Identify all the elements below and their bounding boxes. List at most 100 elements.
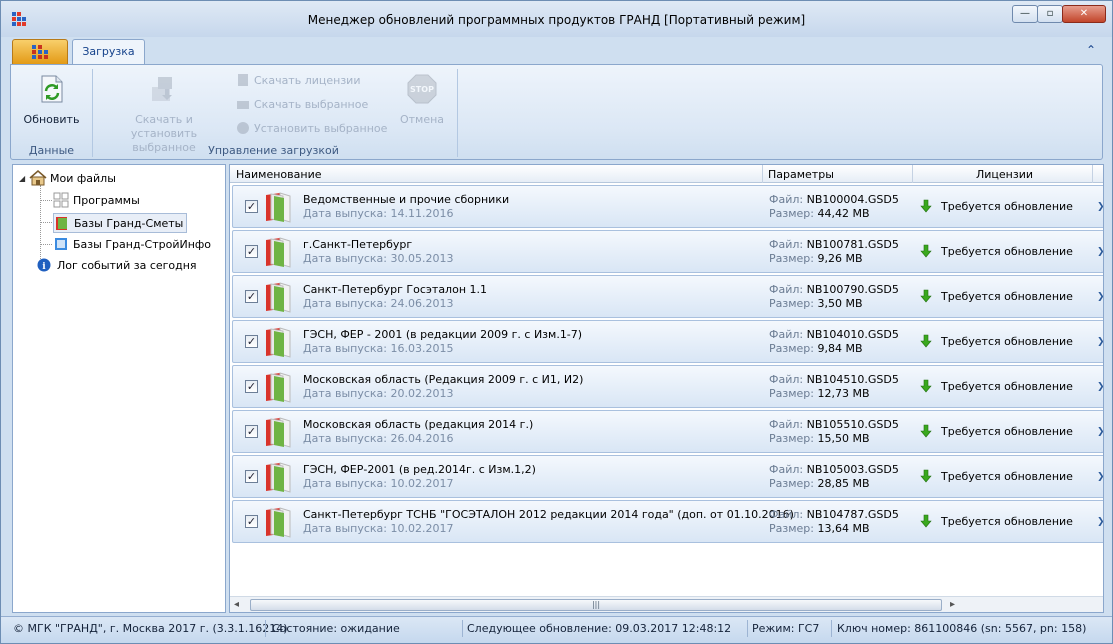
svg-text:i: i (42, 262, 46, 272)
row-license-status: Требуется обновление (941, 470, 1073, 483)
row-checkbox[interactable]: ✓ (245, 425, 258, 438)
list-item[interactable]: ✓ ГЭСН, ФЕР - 2001 (в редакции 2009 г. с… (232, 320, 1103, 363)
row-file: Файл: NB104787.GSD5 (769, 508, 899, 521)
group-separator (457, 69, 458, 157)
row-checkbox[interactable]: ✓ (245, 245, 258, 258)
expand-icon[interactable]: ❯ (1097, 292, 1103, 302)
stop-icon: STOP (407, 74, 437, 104)
app-menu-icon (32, 45, 48, 59)
expand-icon[interactable]: ❯ (1097, 382, 1103, 392)
group-separator (92, 69, 93, 157)
row-release-date: Дата выпуска: 14.11.2016 (303, 207, 454, 220)
expand-icon[interactable]: ❯ (1097, 202, 1103, 212)
ribbon-tabs: Загрузка ⌃ (1, 37, 1112, 65)
window-title: Менеджер обновлений программных продукто… (307, 13, 806, 27)
list-item[interactable]: ✓ Санкт-Петербург ТСНБ "ГОСЭТАЛОН 2012 р… (232, 500, 1103, 543)
expand-icon[interactable]: ❯ (1097, 427, 1103, 437)
download-install-button[interactable]: Скачать и установить выбранное (101, 73, 227, 155)
status-bar: © МГК "ГРАНД", г. Москва 2017 г. (3.3.1.… (1, 616, 1112, 643)
row-license-status: Требуется обновление (941, 380, 1073, 393)
minimize-button[interactable]: — (1012, 5, 1038, 23)
expand-icon[interactable]: ❯ (1097, 517, 1103, 527)
maximize-button[interactable]: ▫ (1037, 5, 1063, 23)
column-divider[interactable] (1092, 165, 1093, 183)
column-licenses-header[interactable]: Лицензии (976, 168, 1033, 181)
install-selected-icon (237, 122, 249, 134)
group-data-label: Данные (28, 144, 75, 157)
column-name-header[interactable]: Наименование (236, 168, 321, 181)
list-item[interactable]: ✓ ГЭСН, ФЕР-2001 (в ред.2014г. с Изм.1,2… (232, 455, 1103, 498)
list-item[interactable]: ✓ Московская область (Редакция 2009 г. с… (232, 365, 1103, 408)
list-item[interactable]: ✓ г.Санкт-Петербург Дата выпуска: 30.05.… (232, 230, 1103, 273)
tree-label-grand-stroyinfo: Базы Гранд-СтройИнфо (73, 237, 212, 251)
updates-list: Наименование Параметры Лицензии ✓ Ведомс… (229, 164, 1104, 613)
scroll-left-icon[interactable]: ◂ (234, 599, 239, 610)
row-release-date: Дата выпуска: 20.02.2013 (303, 387, 454, 400)
expand-icon[interactable]: ❯ (1097, 247, 1103, 257)
list-item[interactable]: ✓ Ведомственные и прочие сборники Дата в… (232, 185, 1103, 228)
column-divider[interactable] (912, 165, 913, 183)
row-name: Санкт-Петербург Госэталон 1.1 (303, 283, 487, 296)
row-checkbox[interactable]: ✓ (245, 515, 258, 528)
row-checkbox[interactable]: ✓ (245, 470, 258, 483)
down-arrow-icon (920, 469, 932, 483)
tree-item-grand-smety[interactable]: Базы Гранд-Сметы (53, 213, 188, 233)
database-book-icon (266, 507, 291, 538)
tree-label-programs: Программы (73, 193, 140, 207)
main-window: Менеджер обновлений программных продукто… (0, 0, 1113, 644)
status-divider (265, 620, 266, 637)
download-selected-icon (237, 101, 249, 109)
row-name: г.Санкт-Петербург (303, 238, 413, 251)
list-item[interactable]: ✓ Московская область (редакция 2014 г.) … (232, 410, 1103, 453)
scroll-right-icon[interactable]: ▸ (950, 599, 955, 610)
title-bar[interactable]: Менеджер обновлений программных продукто… (1, 1, 1112, 37)
row-size: Размер: 15,50 MB (769, 432, 870, 445)
row-checkbox[interactable]: ✓ (245, 380, 258, 393)
tree-expand-icon[interactable]: ◢ (19, 174, 29, 183)
scroll-thumb[interactable]: ||| (250, 599, 942, 611)
cancel-button[interactable]: STOP Отмена (396, 73, 448, 127)
tree-item-event-log[interactable]: i Лог событий за сегодня (37, 258, 197, 272)
close-button[interactable]: ✕ (1062, 5, 1106, 23)
expand-icon[interactable]: ❯ (1097, 337, 1103, 347)
status-key: Ключ номер: 861100846 (sn: 5567, pn: 158… (837, 622, 1087, 635)
horizontal-scrollbar[interactable]: ◂ ||| ▸ (230, 596, 1103, 612)
expand-icon[interactable]: ❯ (1097, 472, 1103, 482)
tree-connector (40, 222, 52, 223)
row-release-date: Дата выпуска: 10.02.2017 (303, 522, 454, 535)
info-icon: i (37, 258, 51, 272)
window-controls: — ▫ ✕ (1012, 5, 1106, 23)
row-size: Размер: 9,84 MB (769, 342, 863, 355)
row-checkbox[interactable]: ✓ (245, 290, 258, 303)
list-header: Наименование Параметры Лицензии (230, 165, 1103, 183)
download-selected-button[interactable]: Скачать выбранное (236, 97, 368, 111)
row-checkbox[interactable]: ✓ (245, 335, 258, 348)
database-book-icon (266, 192, 291, 223)
column-divider[interactable] (762, 165, 763, 183)
row-file: Файл: NB100790.GSD5 (769, 283, 899, 296)
row-size: Размер: 28,85 MB (769, 477, 870, 490)
tree-item-grand-stroyinfo[interactable]: Базы Гранд-СтройИнфо (53, 236, 211, 252)
row-size: Размер: 3,50 MB (769, 297, 863, 310)
list-item[interactable]: ✓ Санкт-Петербург Госэталон 1.1 Дата вып… (232, 275, 1103, 318)
down-arrow-icon (920, 424, 932, 438)
ribbon-collapse-icon[interactable]: ⌃ (1086, 43, 1096, 57)
ribbon-panel: Обновить Данные Скачать и установить выб… (10, 64, 1103, 160)
tree-item-my-files[interactable]: ◢ Мои файлы (19, 170, 116, 186)
row-license-status: Требуется обновление (941, 425, 1073, 438)
status-divider (462, 620, 463, 637)
download-licenses-button[interactable]: Скачать лицензии (236, 73, 360, 87)
row-checkbox[interactable]: ✓ (245, 200, 258, 213)
row-name: Санкт-Петербург ТСНБ "ГОСЭТАЛОН 2012 ред… (303, 508, 794, 521)
cancel-label: Отмена (399, 113, 445, 126)
column-params-header[interactable]: Параметры (768, 168, 834, 181)
status-divider (747, 620, 748, 637)
row-size: Размер: 9,26 MB (769, 252, 863, 265)
tab-download[interactable]: Загрузка (72, 39, 145, 65)
tree-item-programs[interactable]: Программы (53, 192, 140, 208)
refresh-button[interactable]: Обновить (19, 73, 84, 127)
status-mode: Режим: ГС7 (752, 622, 820, 635)
install-selected-button[interactable]: Установить выбранное (236, 121, 387, 135)
download-install-icon (152, 77, 172, 101)
application-menu-button[interactable] (12, 39, 68, 64)
